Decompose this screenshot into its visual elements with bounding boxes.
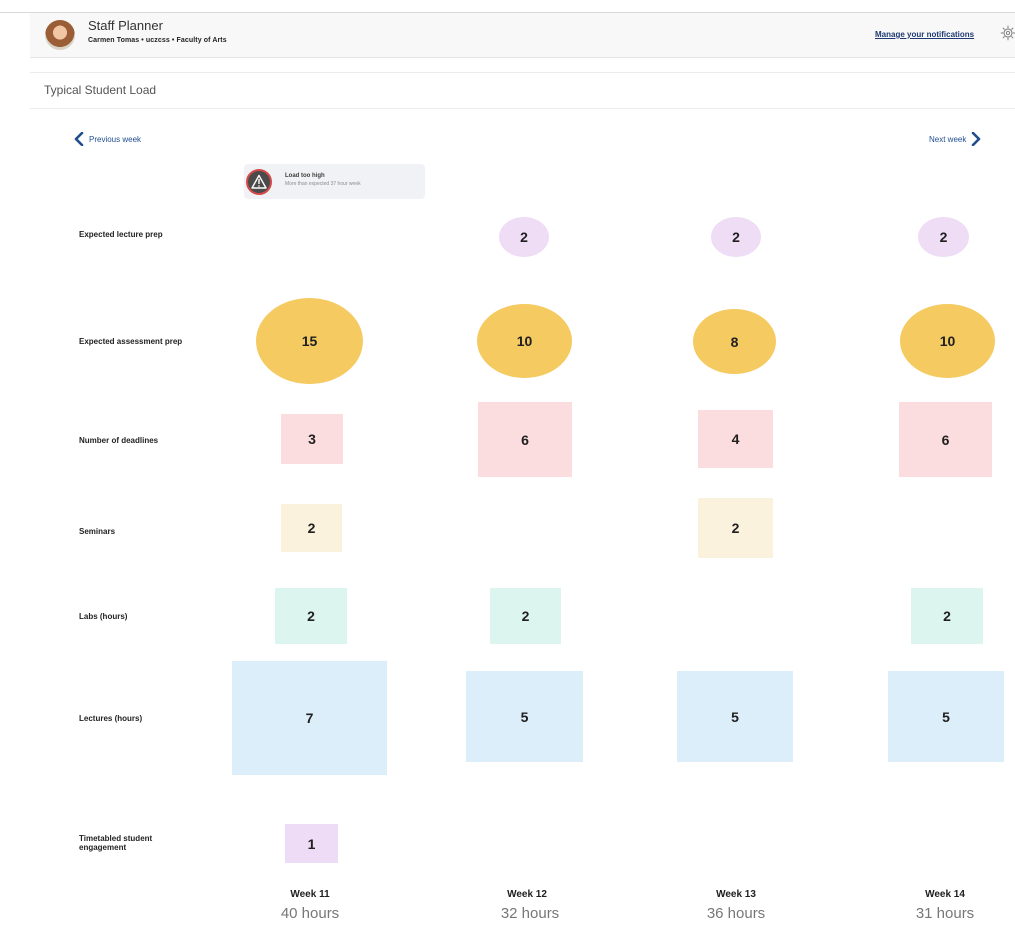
week-14-lectures-value: 5	[888, 671, 1004, 762]
week-13-hours: 36 hours	[706, 905, 766, 922]
week-12-hours: 32 hours	[500, 905, 560, 922]
week-11-hours: 40 hours	[280, 905, 340, 922]
manage-notifications-link[interactable]: Manage your notifications	[875, 30, 974, 39]
row-label-lecture-prep: Expected lecture prep	[79, 230, 163, 239]
week-14-name: Week 14	[925, 889, 965, 900]
week-11-lectures-value: 7	[232, 661, 387, 775]
week-13-name: Week 13	[716, 889, 756, 900]
row-label-timetabled-engagement: Timetabled student engagement	[79, 834, 152, 852]
week-11-labs-value: 2	[275, 588, 347, 644]
warning-title: Load too high	[285, 173, 325, 179]
settings-gear-icon[interactable]	[1000, 25, 1015, 41]
week-14-labs-value: 2	[911, 588, 983, 644]
week-13-deadlines-value: 4	[698, 410, 773, 468]
week-14-hours: 31 hours	[915, 905, 975, 922]
row-label-engagement-line-1: Timetabled student	[79, 834, 153, 843]
week-11-name: Week 11	[290, 889, 330, 900]
next-week-button[interactable]: Next week	[929, 132, 982, 146]
chevron-left-icon	[74, 132, 84, 146]
week-14-lecture-prep-value: 2	[918, 217, 969, 257]
week-11-deadlines-value: 3	[281, 414, 343, 464]
row-label-seminars: Seminars	[79, 527, 116, 536]
week-12-lecture-prep-value: 2	[499, 217, 549, 257]
row-label-deadlines: Number of deadlines	[79, 436, 159, 445]
next-week-label: Next week	[929, 134, 967, 144]
chevron-right-icon	[972, 132, 981, 146]
row-label-engagement-line-2: engagement	[79, 843, 127, 852]
week-12-lectures-value: 5	[466, 671, 583, 762]
week-13-lectures-value: 5	[677, 671, 793, 762]
week-14-deadlines-value: 6	[899, 402, 992, 477]
week-12-name: Week 12	[507, 889, 547, 900]
week-13-seminars-value: 2	[698, 498, 773, 558]
previous-week-label: Previous week	[89, 134, 142, 144]
user-faculty-subtitle: Carmen Tomas • uczcss • Faculty of Arts	[88, 37, 227, 44]
avatar[interactable]	[45, 20, 75, 50]
row-label-labs: Labs (hours)	[79, 612, 128, 621]
app-title: Staff Planner	[88, 18, 163, 33]
week-12-labs-value: 2	[490, 588, 561, 644]
warning-triangle-icon	[246, 169, 272, 195]
panel-title: Typical Student Load	[44, 83, 157, 97]
week-13-assessment-prep-value: 8	[693, 309, 776, 374]
week-13-lecture-prep-value: 2	[711, 217, 761, 257]
previous-week-button[interactable]: Previous week	[73, 132, 141, 146]
week-11-engagement-value: 1	[285, 824, 338, 863]
student-load-panel-header: Typical Student Load	[30, 72, 1015, 109]
week-11-seminars-value: 2	[281, 504, 342, 552]
week-12-assessment-prep-value: 10	[477, 304, 572, 378]
week-12-deadlines-value: 6	[478, 402, 572, 477]
week-14-assessment-prep-value: 10	[900, 304, 995, 378]
row-label-assessment-prep: Expected assessment prep	[79, 337, 183, 346]
week-11-assessment-prep-value: 15	[256, 298, 363, 384]
app-header: Staff Planner Carmen Tomas • uczcss • Fa…	[30, 13, 1015, 58]
top-divider	[0, 0, 1015, 13]
warning-text: More than expected 37 hour week	[285, 181, 361, 187]
load-too-high-warning: Load too high More than expected 37 hour…	[244, 164, 425, 199]
row-label-lectures: Lectures (hours)	[79, 714, 143, 723]
